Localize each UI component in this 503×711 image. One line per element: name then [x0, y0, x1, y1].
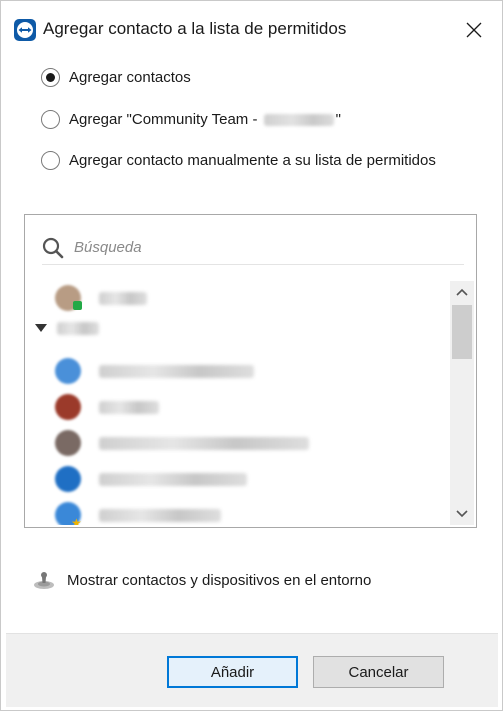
option-add-community-team[interactable]: Agregar "Community Team - " [41, 107, 341, 131]
button-bar: Añadir Cancelar [6, 633, 498, 707]
star-icon: ★ [71, 516, 82, 525]
list-item[interactable]: ★ [55, 498, 221, 525]
list-item[interactable] [55, 354, 254, 388]
show-nearby-link[interactable]: Mostrar contactos y dispositivos en el e… [33, 568, 371, 592]
avatar [55, 358, 81, 384]
contact-name-redacted [99, 472, 247, 486]
redacted-name [263, 113, 334, 126]
list-item[interactable] [55, 462, 247, 496]
avatar [55, 394, 81, 420]
close-button[interactable] [459, 15, 489, 45]
nearby-devices-icon [34, 572, 54, 589]
group-header[interactable] [35, 313, 99, 343]
close-icon [466, 22, 482, 38]
search-icon [42, 237, 64, 258]
contact-list-box: ★ [24, 214, 477, 528]
online-status-icon [73, 301, 82, 310]
teamviewer-logo-icon [14, 19, 36, 41]
option-label-prefix: Agregar "Community Team - [69, 110, 262, 128]
title-bar: Agregar contacto a la lista de permitido… [1, 1, 502, 59]
contact-name-redacted [99, 508, 221, 522]
avatar [55, 466, 81, 492]
option-add-manually-label: Agregar contacto manualmente a su lista … [69, 151, 436, 169]
chevron-up-icon [456, 288, 468, 296]
radio-add-contacts[interactable] [41, 67, 60, 87]
scroll-down-button[interactable] [450, 503, 474, 525]
radio-add-community-team[interactable] [41, 109, 60, 129]
cancel-button[interactable]: Cancelar [313, 656, 444, 688]
contact-name-redacted [99, 436, 309, 450]
chevron-down-icon [456, 510, 468, 518]
contact-name-redacted [99, 291, 147, 305]
contact-name-redacted [99, 364, 254, 378]
scrollbar[interactable] [450, 281, 474, 525]
list-item[interactable] [55, 390, 159, 424]
avatar [55, 430, 81, 456]
scroll-thumb[interactable] [452, 305, 472, 359]
contact-name-redacted [99, 400, 159, 414]
option-add-contacts-label: Agregar contactos [69, 68, 191, 86]
triangle-down-icon[interactable] [35, 322, 47, 334]
option-add-manually[interactable]: Agregar contacto manualmente a su lista … [41, 148, 436, 172]
list-item[interactable] [55, 281, 147, 315]
radio-add-manually[interactable] [41, 150, 60, 170]
option-add-community-team-label: Agregar "Community Team - " [69, 111, 341, 128]
search-bar [42, 231, 464, 265]
contact-list: ★ [25, 277, 450, 525]
scroll-up-button[interactable] [450, 281, 474, 303]
option-add-contacts[interactable]: Agregar contactos [41, 65, 191, 89]
add-button[interactable]: Añadir [167, 656, 298, 688]
group-name-redacted [57, 321, 99, 335]
add-to-allowlist-dialog: Agregar contacto a la lista de permitido… [0, 0, 503, 711]
list-item[interactable] [55, 426, 309, 460]
option-label-suffix: " [335, 110, 341, 128]
show-nearby-label: Mostrar contactos y dispositivos en el e… [67, 571, 372, 589]
dialog-title: Agregar contacto a la lista de permitido… [43, 19, 347, 38]
search-input[interactable] [74, 239, 434, 256]
